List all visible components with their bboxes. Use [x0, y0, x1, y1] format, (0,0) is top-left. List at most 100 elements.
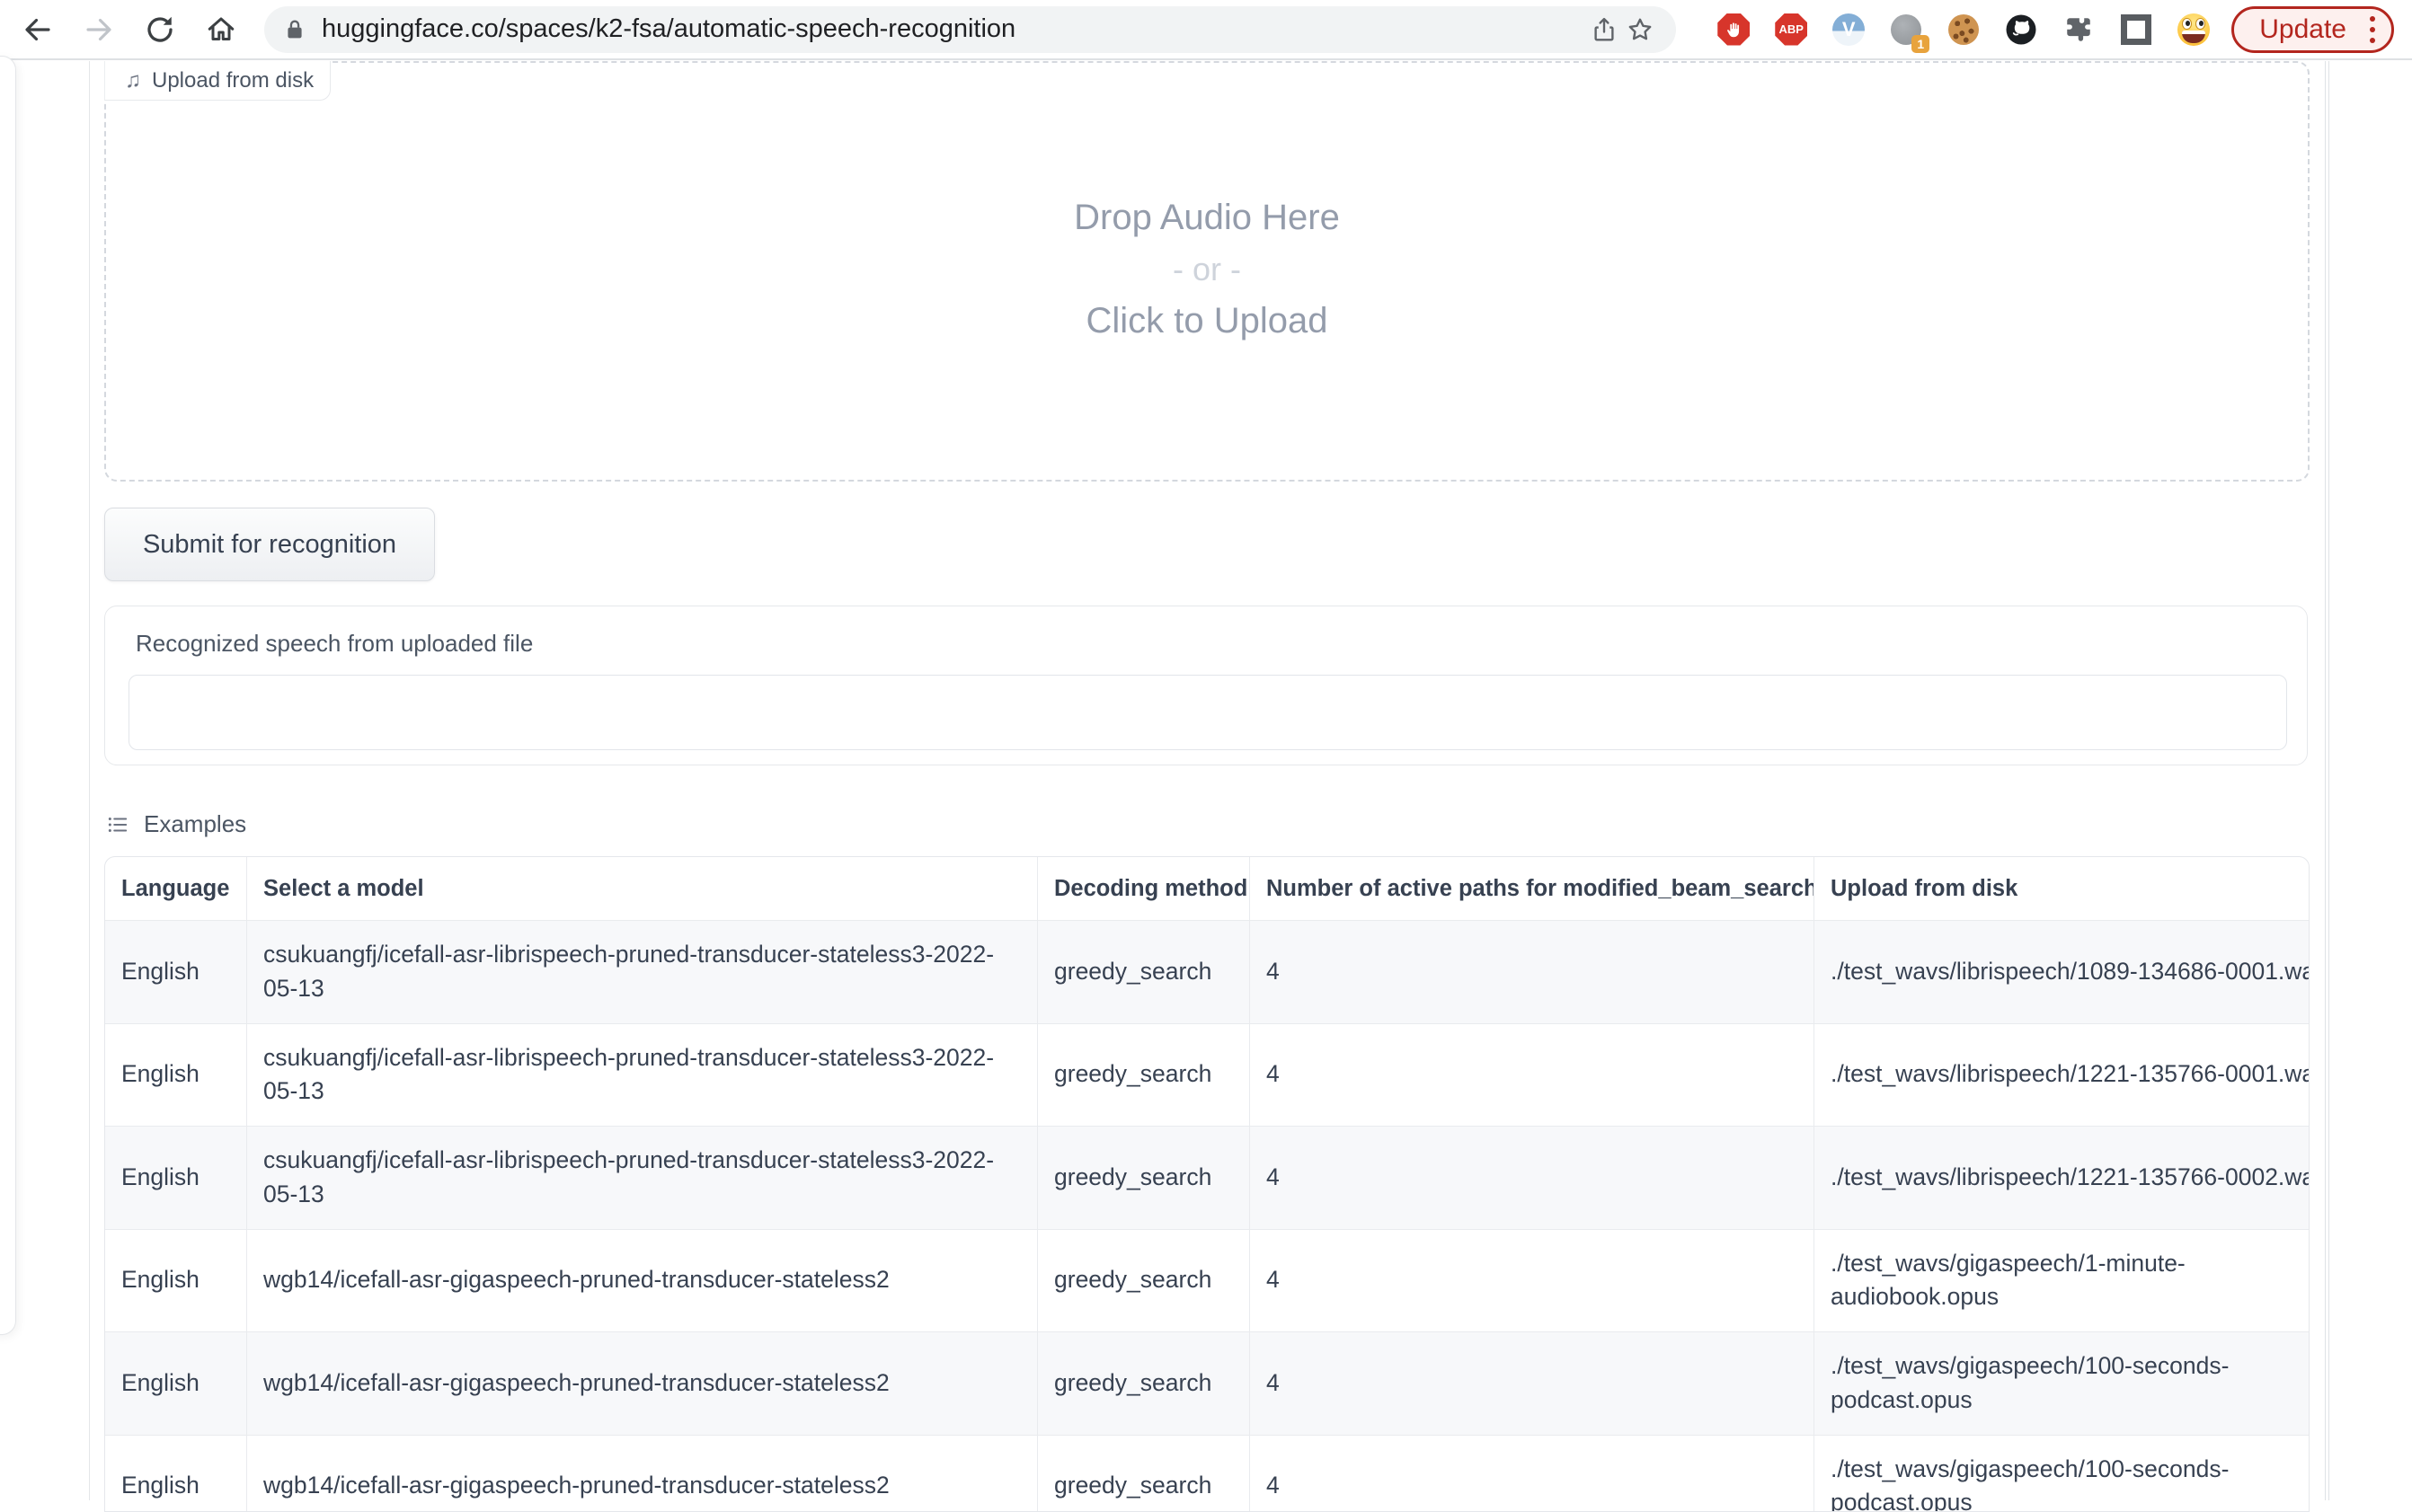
table-cell: ./test_wavs/gigaspeech/1-minute-audioboo…: [1814, 1230, 2310, 1332]
table-row[interactable]: Englishwgb14/icefall-asr-gigaspeech-prun…: [105, 1331, 2309, 1435]
abp-icon: ABP: [1775, 13, 1807, 46]
table-row[interactable]: Englishwgb14/icefall-asr-gigaspeech-prun…: [105, 1229, 2309, 1332]
table-cell: wgb14/icefall-asr-gigaspeech-pruned-tran…: [247, 1230, 1038, 1332]
hand-blocker-icon: [1717, 13, 1750, 46]
back-button[interactable]: [18, 10, 58, 49]
column-header: Upload from disk: [1814, 857, 2310, 920]
table-cell: 4: [1250, 1436, 1814, 1512]
table-cell: csukuangfj/icefall-asr-librispeech-prune…: [247, 1024, 1038, 1127]
v-icon: V: [1832, 13, 1865, 46]
column-header: Language: [105, 857, 247, 920]
extension-smiley[interactable]: [2176, 12, 2212, 48]
table-row[interactable]: Englishwgb14/icefall-asr-gigaspeech-prun…: [105, 1435, 2309, 1512]
table-cell: ./test_wavs/gigaspeech/100-seconds-podca…: [1814, 1332, 2310, 1435]
table-cell: greedy_search: [1038, 1332, 1250, 1435]
table-cell: csukuangfj/icefall-asr-librispeech-prune…: [247, 1127, 1038, 1229]
recognized-speech-textbox[interactable]: [129, 675, 2287, 750]
table-cell: English: [105, 1127, 247, 1229]
lock-icon[interactable]: [282, 17, 307, 42]
forward-icon: [83, 13, 115, 46]
column-header: Select a model: [247, 857, 1038, 920]
tab-label: Upload from disk: [152, 68, 314, 93]
extension-window[interactable]: [2118, 12, 2154, 48]
browser-toolbar: huggingface.co/spaces/k2-fsa/automatic-s…: [0, 0, 2412, 60]
table-cell: csukuangfj/icefall-asr-librispeech-prune…: [247, 921, 1038, 1023]
extensions-bar: ABP V 1: [1694, 12, 2212, 48]
reload-icon: [144, 13, 176, 46]
url-text[interactable]: huggingface.co/spaces/k2-fsa/automatic-s…: [322, 14, 1586, 44]
column-header: Number of active paths for modified_beam…: [1250, 857, 1814, 920]
examples-table: LanguageSelect a modelDecoding methodNum…: [104, 856, 2310, 1512]
bookmark-button[interactable]: [1622, 12, 1658, 48]
column-header: Decoding method: [1038, 857, 1250, 920]
star-icon: [1626, 15, 1654, 44]
reload-button[interactable]: [140, 10, 180, 49]
tab-upload-from-disk[interactable]: ♫ Upload from disk: [104, 61, 331, 101]
forward-button[interactable]: [79, 10, 119, 49]
table-cell: ./test_wavs/librispeech/1221-135766-0002…: [1814, 1127, 2310, 1229]
smiley-face-icon: [2177, 13, 2210, 46]
update-label: Update: [2259, 14, 2346, 45]
output-label: Recognized speech from uploaded file: [136, 630, 533, 658]
table-cell: 4: [1250, 1332, 1814, 1435]
table-cell: 4: [1250, 1230, 1814, 1332]
table-body: Englishcsukuangfj/icefall-asr-librispeec…: [105, 920, 2309, 1512]
share-button[interactable]: [1586, 12, 1622, 48]
cookie-icon: [1948, 14, 1979, 45]
table-cell: ./test_wavs/librispeech/1089-134686-0001…: [1814, 921, 2310, 1023]
table-cell: English: [105, 1332, 247, 1435]
left-panel-edge: [0, 56, 16, 1335]
table-cell: 4: [1250, 1024, 1814, 1127]
table-cell: 4: [1250, 1127, 1814, 1229]
share-icon: [1591, 16, 1618, 43]
puzzle-icon: [2063, 14, 2094, 45]
examples-header: Examples: [106, 810, 246, 838]
extension-adblock-hand[interactable]: [1716, 12, 1751, 48]
table-cell: English: [105, 1024, 247, 1127]
extension-puzzle[interactable]: [2061, 12, 2097, 48]
dropzone-text: Drop Audio Here - or - Click to Upload: [106, 198, 2308, 341]
table-row[interactable]: Englishcsukuangfj/icefall-asr-librispeec…: [105, 920, 2309, 1023]
extension-v[interactable]: V: [1831, 12, 1867, 48]
update-button[interactable]: Update: [2231, 6, 2394, 53]
extension-notification[interactable]: 1: [1888, 12, 1924, 48]
examples-label: Examples: [144, 810, 246, 838]
table-cell: ./test_wavs/librispeech/1221-135766-0001…: [1814, 1024, 2310, 1127]
or-text: - or -: [106, 251, 2308, 288]
content-left-border: [89, 61, 90, 1500]
table-cell: 4: [1250, 921, 1814, 1023]
table-header-row: LanguageSelect a modelDecoding methodNum…: [105, 857, 2309, 920]
home-button[interactable]: [201, 10, 241, 49]
table-cell: English: [105, 921, 247, 1023]
table-cell: English: [105, 1230, 247, 1332]
submit-for-recognition-button[interactable]: Submit for recognition: [104, 508, 435, 581]
extension-github[interactable]: [2003, 12, 2039, 48]
drop-audio-here-text: Drop Audio Here: [106, 198, 2308, 238]
table-cell: greedy_search: [1038, 1230, 1250, 1332]
table-cell: wgb14/icefall-asr-gigaspeech-pruned-tran…: [247, 1436, 1038, 1512]
table-cell: greedy_search: [1038, 1024, 1250, 1127]
home-icon: [205, 13, 237, 46]
table-cell: English: [105, 1436, 247, 1512]
extension-cookie[interactable]: [1946, 12, 1982, 48]
table-cell: wgb14/icefall-asr-gigaspeech-pruned-tran…: [247, 1332, 1038, 1435]
table-cell: greedy_search: [1038, 1127, 1250, 1229]
github-icon: [2005, 13, 2037, 46]
back-icon: [22, 13, 54, 46]
recognized-speech-panel: Recognized speech from uploaded file: [104, 606, 2308, 765]
table-cell: greedy_search: [1038, 921, 1250, 1023]
menu-dots-icon[interactable]: [2370, 13, 2375, 46]
table-cell: greedy_search: [1038, 1436, 1250, 1512]
window-frame-icon: [2121, 14, 2151, 45]
content-right-scroll-edge[interactable]: [2325, 61, 2329, 1500]
audio-dropzone[interactable]: Drop Audio Here - or - Click to Upload: [104, 61, 2310, 482]
table-row[interactable]: Englishcsukuangfj/icefall-asr-librispeec…: [105, 1023, 2309, 1127]
click-to-upload-text: Click to Upload: [106, 301, 2308, 341]
music-note-icon: ♫: [125, 68, 141, 93]
notification-badge: 1: [1911, 35, 1929, 53]
list-icon: [106, 813, 129, 836]
address-bar[interactable]: huggingface.co/spaces/k2-fsa/automatic-s…: [264, 6, 1676, 53]
table-cell: ./test_wavs/gigaspeech/100-seconds-podca…: [1814, 1436, 2310, 1512]
table-row[interactable]: Englishcsukuangfj/icefall-asr-librispeec…: [105, 1126, 2309, 1229]
extension-abp[interactable]: ABP: [1773, 12, 1809, 48]
